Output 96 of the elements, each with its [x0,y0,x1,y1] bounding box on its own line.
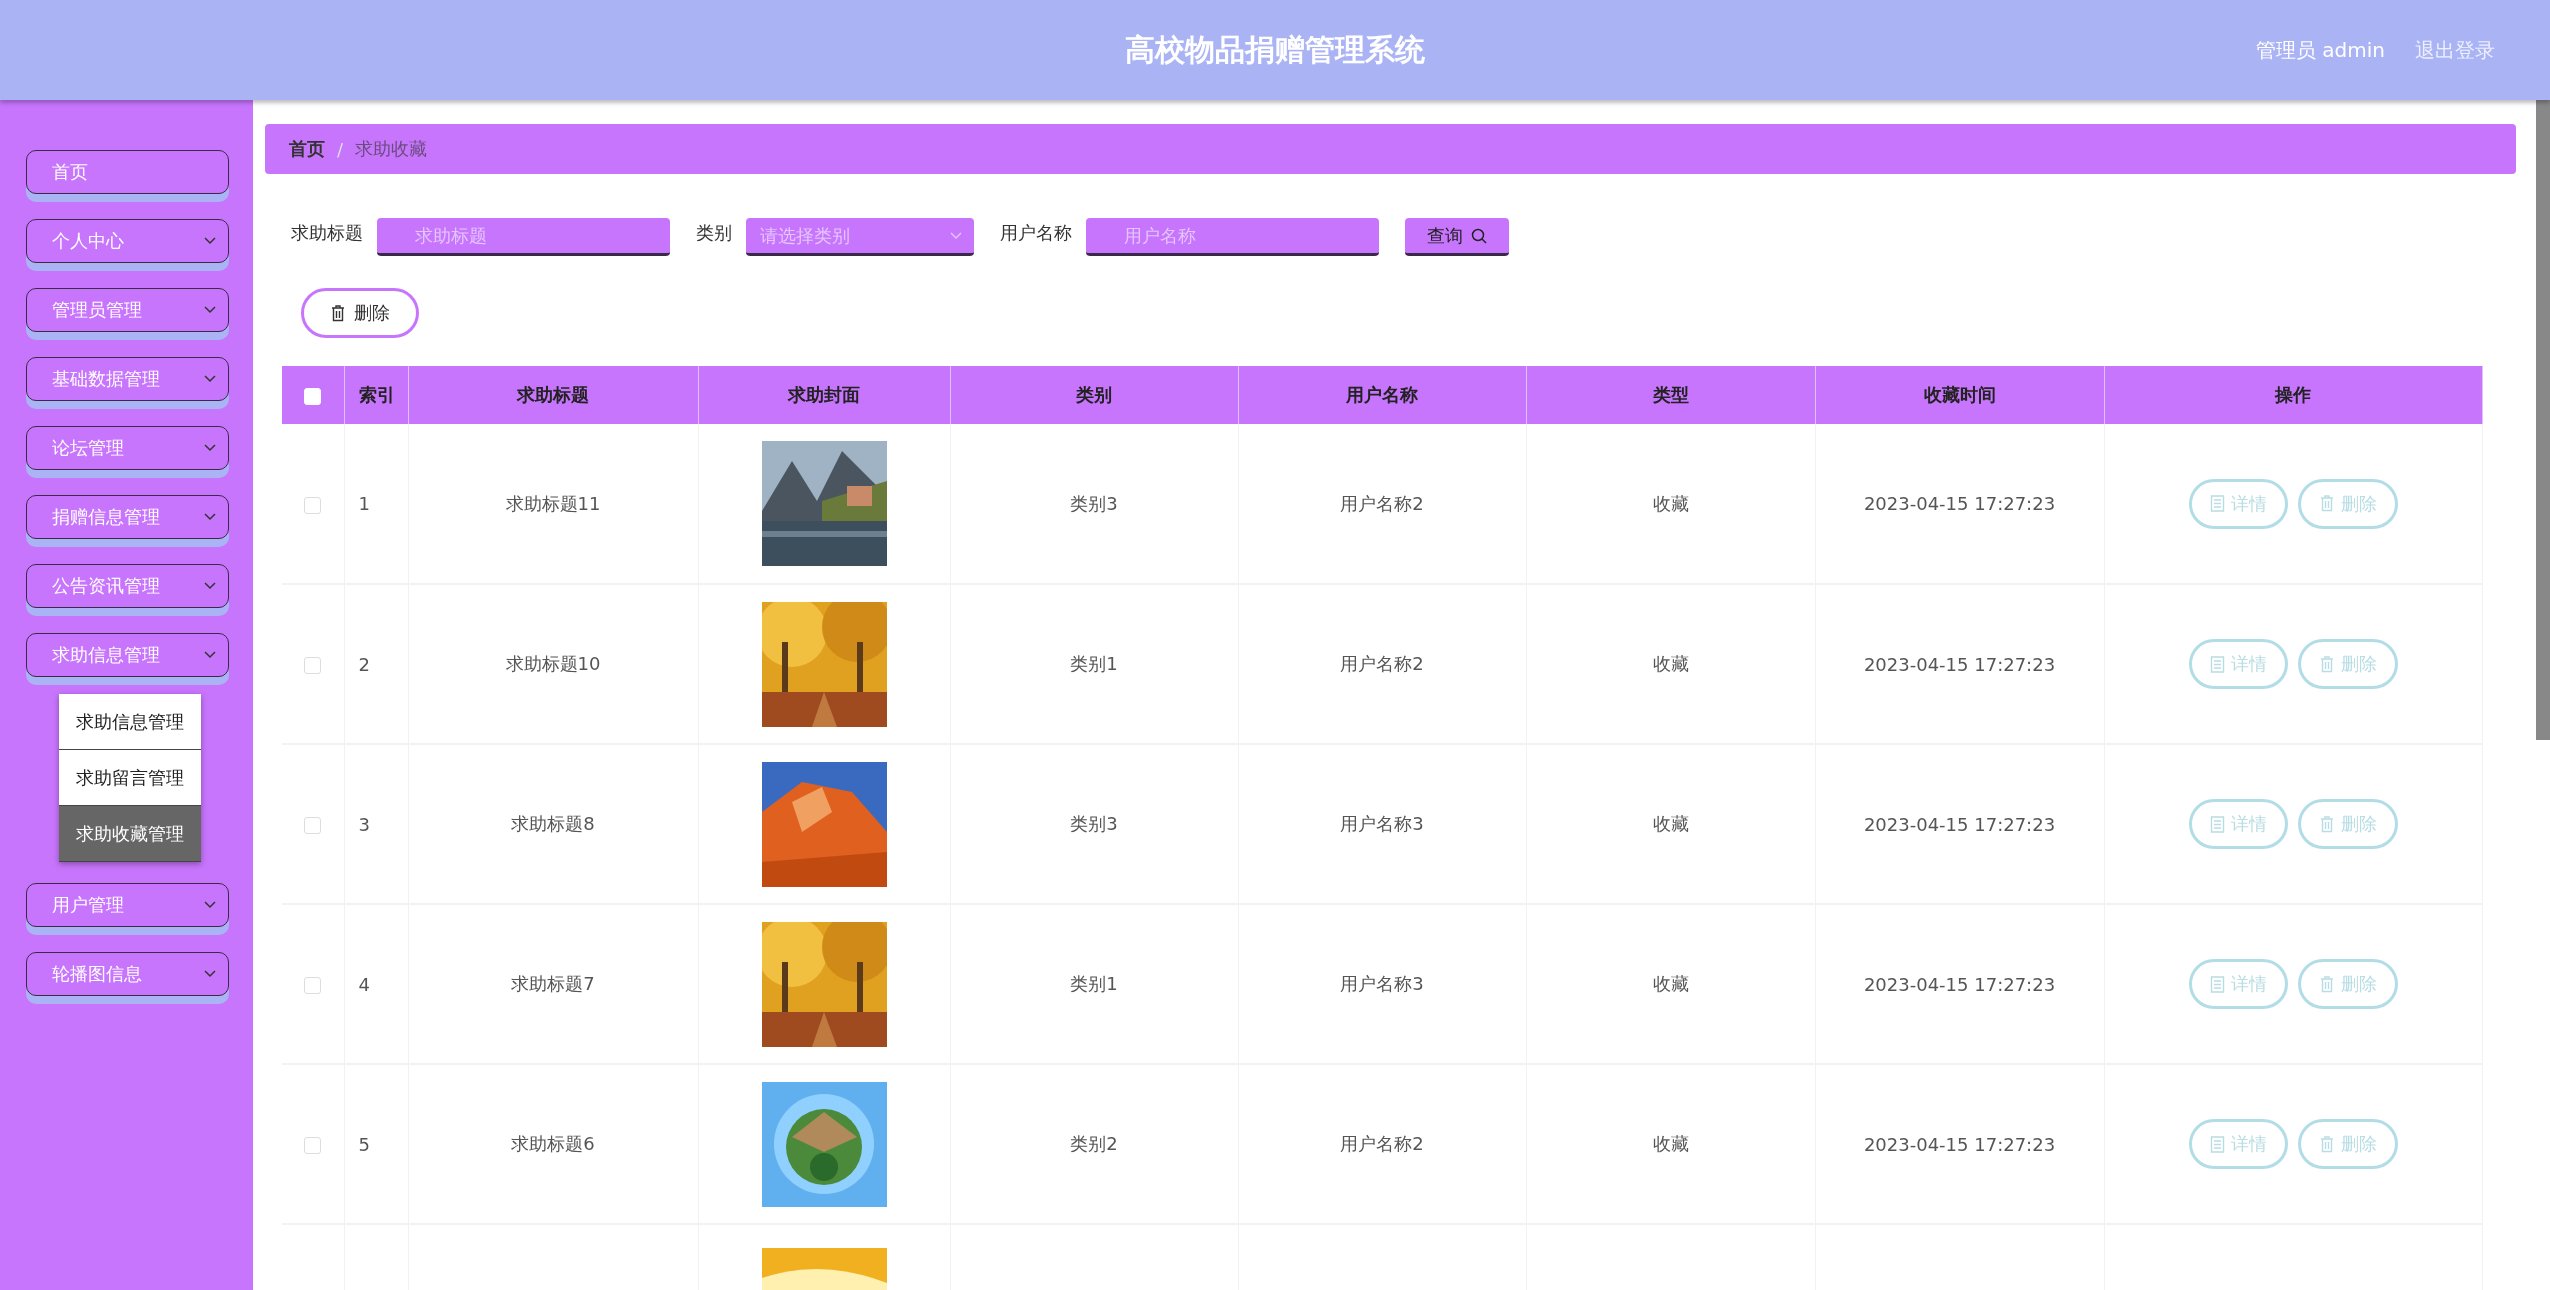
table-cell: 收藏 [1652,813,1689,834]
breadcrumb-separator: / [337,138,344,160]
trash-icon [2318,815,2335,833]
column-header: 操作 [2104,366,2482,424]
table-cell: 3 [358,813,370,835]
table-cell: 2 [358,653,370,675]
search-input[interactable]: 求助标题 [413,224,658,247]
details-button[interactable]: 详情 [2188,799,2288,849]
table-cell: 类别3 [1070,492,1118,514]
column-header: 用户名称 [1238,366,1526,424]
document-icon [2209,975,2225,993]
details-button[interactable]: 详情 [2188,478,2288,529]
table-cell: 求助标题11 [505,492,601,514]
submenu-item[interactable]: 求助收藏管理 [59,806,201,862]
breadcrumb-link[interactable]: 首页 [289,137,325,161]
table-cell: 用户名称2 [1340,1133,1424,1154]
column-header: 类别 [950,366,1238,424]
table-cell: 收藏 [1652,492,1689,514]
row-checkbox[interactable] [304,977,322,994]
search-field[interactable]: 求助标题 [377,218,670,256]
delete-button[interactable]: 删除 [301,288,419,338]
row-checkbox[interactable] [304,496,322,514]
logout-link[interactable]: 退出登录 [2415,36,2495,64]
table-cell: 类别1 [1070,973,1118,994]
table-cell: 2023-04-15 17:27:23 [1863,493,2056,514]
delete-button[interactable]: 删除 [2297,1119,2398,1169]
delete-button[interactable]: 删除 [2297,639,2398,689]
column-header: 收藏时间 [1815,366,2104,424]
table-cell: 2023-04-15 17:27:23 [1863,653,2056,675]
table-cell: 用户名称2 [1340,653,1424,674]
table-cell: 类别2 [1070,1133,1118,1154]
document-icon [2209,1135,2225,1153]
trash-icon [2318,495,2335,512]
column-header: 索引 [344,366,408,424]
table-cell: 求助标题7 [511,973,595,994]
table-cell: 用户名称3 [1340,813,1424,834]
category-select[interactable]: 请选择类别 [746,218,974,256]
table-cell: 求助标题6 [511,1133,595,1154]
scrollbar-thumb[interactable] [2536,100,2550,740]
field-label: 类别 [696,221,732,245]
chevron-down-icon [950,231,962,240]
search-field[interactable]: 用户名称 [1086,218,1379,256]
delete-button[interactable]: 删除 [2297,959,2398,1009]
details-button[interactable]: 详情 [2188,1119,2288,1169]
app-title: 高校物品捐赠管理系统 [1125,30,1425,69]
table-cell: 类别3 [1070,813,1118,834]
user-label: 管理员 admin [2255,36,2385,64]
document-icon [2209,655,2225,673]
row-checkbox[interactable] [304,1137,322,1154]
chevron-down-icon [204,513,216,521]
table-cell: 2023-04-15 17:27:23 [1863,813,2056,835]
chevron-down-icon [204,651,216,659]
delete-button[interactable]: 删除 [2297,799,2398,849]
delete-button[interactable]: 删除 [2297,478,2398,529]
table-cell: 2023-04-15 17:27:23 [1863,973,2056,995]
breadcrumb-current: 求助收藏 [355,137,428,161]
submenu-item[interactable]: 求助信息管理 [59,694,201,750]
row-checkbox[interactable] [304,817,322,834]
trash-icon [2318,655,2335,673]
chevron-down-icon [204,582,216,590]
chevron-down-icon [204,444,216,452]
table-cell: 用户名称3 [1340,973,1424,994]
details-button[interactable]: 详情 [2188,639,2288,689]
table-cell: 类别1 [1070,653,1118,674]
column-header: 类型 [1526,366,1815,424]
table-cell: 2023-04-15 17:27:23 [1863,1133,2056,1155]
column-header: 求助标题 [408,366,698,424]
document-icon [2209,495,2225,512]
column-header: 求助封面 [698,366,950,424]
search-button[interactable]: 查询 [1405,218,1509,256]
table-cell: 求助标题10 [505,653,601,674]
trash-icon [2318,1135,2335,1153]
table-cell: 收藏 [1652,1133,1689,1154]
table-cell: 用户名称2 [1340,492,1424,514]
field-label: 求助标题 [291,221,363,245]
trash-icon [330,304,346,322]
chevron-down-icon [204,237,216,245]
field-label: 用户名称 [1000,221,1072,245]
table-cell: 求助标题8 [511,813,595,834]
search-input[interactable]: 用户名称 [1122,224,1367,247]
trash-icon [2318,975,2335,993]
chevron-down-icon [204,901,216,909]
chevron-down-icon [204,375,216,383]
select-all-checkbox[interactable] [304,388,322,405]
row-checkbox[interactable] [304,657,322,674]
table-cell: 4 [358,973,370,995]
table-cell: 5 [358,1133,370,1155]
table-cell: 收藏 [1652,653,1689,674]
details-button[interactable]: 详情 [2188,959,2288,1009]
chevron-down-icon [204,970,216,978]
chevron-down-icon [204,306,216,314]
document-icon [2209,815,2225,833]
table-cell: 1 [358,493,370,514]
submenu-item[interactable]: 求助留言管理 [59,750,201,806]
table-cell: 收藏 [1652,973,1689,994]
search-icon [1471,227,1487,244]
